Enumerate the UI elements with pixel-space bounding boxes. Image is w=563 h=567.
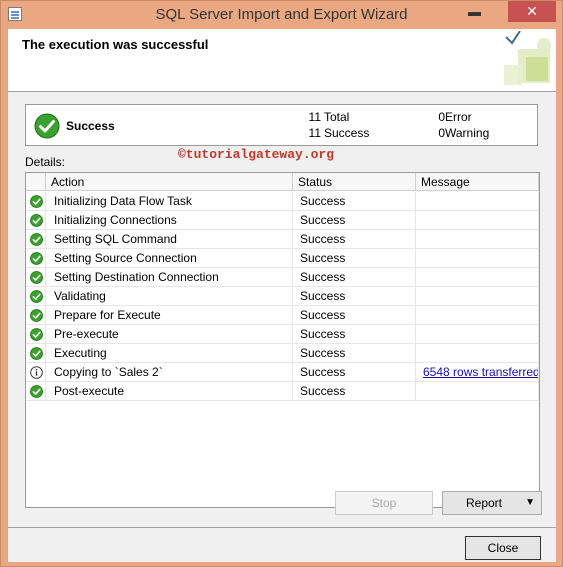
row-icon-cell: [26, 192, 46, 211]
title-bar[interactable]: SQL Server Import and Export Wizard ▬ ✕: [1, 1, 562, 29]
row-icon-cell: [26, 211, 46, 230]
dropdown-arrow-icon: ▼: [525, 497, 535, 508]
row-icon-cell: [26, 230, 46, 249]
row-status: Success: [293, 344, 416, 363]
success-check-icon: [30, 214, 43, 227]
details-grid[interactable]: Action Status Message Initializing Data …: [25, 172, 540, 508]
row-message: [416, 268, 539, 287]
error-label: Error: [445, 110, 472, 124]
wizard-banner-icon: [504, 31, 551, 85]
row-action: Prepare for Execute: [46, 306, 293, 325]
table-row[interactable]: Pre-execute Success: [26, 325, 539, 344]
row-message: [416, 249, 539, 268]
details-grid-header: Action Status Message: [26, 173, 539, 192]
row-status: Success: [293, 230, 416, 249]
footer-divider: [8, 527, 556, 528]
row-icon-cell: [26, 268, 46, 287]
table-row[interactable]: Post-execute Success: [26, 382, 539, 401]
row-message[interactable]: 6548 rows transferred: [416, 363, 539, 382]
success-check-icon: [30, 233, 43, 246]
summary-status: Success: [66, 119, 115, 133]
row-status: Success: [293, 192, 416, 211]
page-title: The execution was successful: [22, 37, 209, 52]
row-message: [416, 230, 539, 249]
row-action: Post-execute: [46, 382, 293, 401]
success-check-icon: [30, 290, 43, 303]
row-message: [416, 325, 539, 344]
total-label: Total: [324, 110, 350, 124]
table-row[interactable]: Initializing Connections Success: [26, 211, 539, 230]
warning-count: 0: [438, 126, 445, 140]
success-check-icon: [30, 347, 43, 360]
row-action: Executing: [46, 344, 293, 363]
row-status: Success: [293, 363, 416, 382]
row-action: Initializing Data Flow Task: [46, 192, 293, 211]
success-check-icon: [30, 252, 43, 265]
close-window-button[interactable]: ✕: [508, 1, 556, 22]
row-icon-cell: [26, 287, 46, 306]
success-check-icon: [30, 385, 43, 398]
warning-label: Warning: [445, 126, 490, 140]
table-row[interactable]: Setting Destination Connection Success: [26, 268, 539, 287]
close-button[interactable]: Close: [465, 536, 541, 560]
column-header-status[interactable]: Status: [293, 173, 416, 191]
table-row[interactable]: Setting SQL Command Success: [26, 230, 539, 249]
info-icon: [30, 366, 43, 379]
header-band: The execution was successful: [8, 29, 556, 92]
row-message: [416, 382, 539, 401]
row-status: Success: [293, 306, 416, 325]
success-count: 11: [308, 126, 321, 140]
row-icon-cell: [26, 344, 46, 363]
report-button[interactable]: Report ▼: [442, 491, 542, 515]
success-check-icon: [30, 328, 43, 341]
row-icon-cell: [26, 382, 46, 401]
success-check-icon: [30, 195, 43, 208]
total-count: 11: [308, 110, 321, 124]
row-icon-cell: [26, 306, 46, 325]
table-row[interactable]: Setting Source Connection Success: [26, 249, 539, 268]
row-action: Copying to `Sales 2`: [46, 363, 293, 382]
success-label: Success: [324, 126, 370, 140]
column-header-message[interactable]: Message: [416, 173, 539, 191]
wizard-window: SQL Server Import and Export Wizard ▬ ✕ …: [0, 0, 563, 567]
row-message: [416, 211, 539, 230]
row-action: Setting Source Connection: [46, 249, 293, 268]
column-header-action[interactable]: Action: [46, 173, 293, 191]
success-check-icon: [30, 309, 43, 322]
row-status: Success: [293, 287, 416, 306]
row-status: Success: [293, 211, 416, 230]
table-row[interactable]: Executing Success: [26, 344, 539, 363]
table-row[interactable]: Prepare for Execute Success: [26, 306, 539, 325]
row-action: Initializing Connections: [46, 211, 293, 230]
icon-column-header[interactable]: [26, 173, 46, 191]
row-action: Setting SQL Command: [46, 230, 293, 249]
row-message: [416, 192, 539, 211]
row-status: Success: [293, 382, 416, 401]
report-button-label: Report: [465, 496, 503, 510]
row-icon-cell: [26, 363, 46, 382]
success-check-icon: [34, 113, 60, 139]
details-label: Details:: [25, 155, 66, 169]
row-action: Setting Destination Connection: [46, 268, 293, 287]
row-icon-cell: [26, 249, 46, 268]
minimize-button[interactable]: ▬: [468, 5, 481, 19]
row-message: [416, 306, 539, 325]
success-check-icon: [30, 271, 43, 284]
row-message: [416, 287, 539, 306]
watermark: ©tutorialgateway.org: [178, 147, 335, 162]
execution-summary: Success 11 Total 11 Success 0 Error 0 Wa…: [25, 104, 538, 146]
table-row[interactable]: Copying to `Sales 2` Success 6548 rows tra…: [26, 363, 539, 382]
table-row[interactable]: Initializing Data Flow Task Success: [26, 192, 539, 211]
row-action: Pre-execute: [46, 325, 293, 344]
stop-button[interactable]: Stop: [335, 491, 433, 515]
row-status: Success: [293, 249, 416, 268]
row-action: Validating: [46, 287, 293, 306]
row-icon-cell: [26, 325, 46, 344]
row-message: [416, 344, 539, 363]
row-status: Success: [293, 325, 416, 344]
wizard-client-area: The execution was successful Success 11 …: [8, 29, 556, 562]
table-row[interactable]: Validating Success: [26, 287, 539, 306]
row-status: Success: [293, 268, 416, 287]
error-count: 0: [438, 110, 445, 124]
